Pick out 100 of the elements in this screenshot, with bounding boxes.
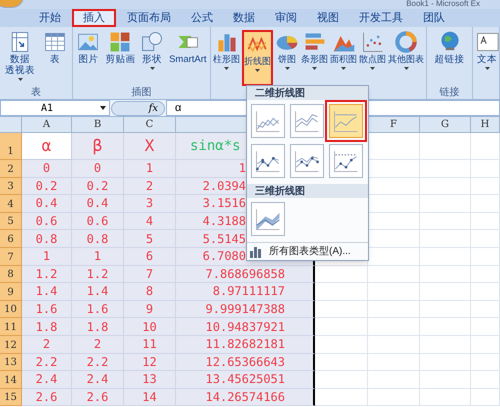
column-header[interactable]: C <box>124 117 176 132</box>
table-cell[interactable] <box>420 354 471 372</box>
ribbon-button[interactable]: 剪贴画 <box>104 30 136 86</box>
table-cell[interactable]: 0.2 <box>72 178 124 196</box>
table-cell[interactable] <box>315 336 368 354</box>
row-header[interactable]: 2 <box>0 160 22 178</box>
table-cell[interactable] <box>420 195 471 213</box>
table-cell[interactable]: 2 <box>22 336 72 354</box>
table-cell[interactable]: 14.26574166 <box>176 388 315 406</box>
chart-subtype-option[interactable] <box>251 104 285 138</box>
table-cell[interactable] <box>420 283 471 301</box>
table-cell[interactable] <box>368 300 420 318</box>
table-cell[interactable]: 2 <box>72 336 124 354</box>
table-cell[interactable]: 2.6 <box>22 388 72 406</box>
table-cell[interactable] <box>471 388 500 406</box>
table-cell[interactable] <box>471 354 500 372</box>
table-cell[interactable] <box>368 336 420 354</box>
table-cell[interactable]: 1.8 <box>72 318 124 336</box>
table-cell[interactable]: 6 <box>124 248 176 266</box>
table-cell[interactable] <box>315 388 368 406</box>
table-cell[interactable]: α <box>22 133 72 160</box>
row-header[interactable]: 14 <box>0 371 22 389</box>
ribbon-button[interactable]: 散点图 <box>359 30 386 86</box>
table-cell[interactable] <box>471 371 500 389</box>
ribbon-button[interactable]: 其他图表 <box>388 30 424 86</box>
table-cell[interactable]: 2 <box>124 178 176 196</box>
row-header[interactable]: 4 <box>0 195 22 213</box>
table-cell[interactable]: 2.2 <box>72 354 124 372</box>
table-cell[interactable]: 1 <box>22 248 72 266</box>
table-cell[interactable] <box>420 300 471 318</box>
table-cell[interactable] <box>368 212 420 230</box>
table-cell[interactable] <box>368 266 420 284</box>
table-cell[interactable] <box>471 133 500 160</box>
ribbon-button[interactable]: 条形图 <box>301 30 328 86</box>
table-cell[interactable] <box>315 318 368 336</box>
column-header[interactable]: B <box>72 117 124 132</box>
ribbon-button[interactable]: 图片 <box>75 30 102 86</box>
table-cell[interactable]: 1.6 <box>72 300 124 318</box>
ribbon-tab[interactable]: 团队 <box>414 9 454 27</box>
table-cell[interactable]: 10.94837921 <box>176 318 315 336</box>
table-cell[interactable] <box>420 266 471 284</box>
table-cell[interactable] <box>368 283 420 301</box>
table-cell[interactable]: 1.4 <box>72 283 124 301</box>
table-cell[interactable]: 8.97111117 <box>176 283 315 301</box>
row-header[interactable]: 12 <box>0 336 22 354</box>
table-cell[interactable] <box>471 230 500 248</box>
table-cell[interactable]: 2.6 <box>72 388 124 406</box>
table-cell[interactable]: 0.2 <box>22 178 72 196</box>
name-box[interactable]: A1 <box>0 100 110 116</box>
table-cell[interactable] <box>368 133 420 160</box>
table-cell[interactable]: 5 <box>124 230 176 248</box>
table-cell[interactable] <box>420 388 471 406</box>
table-cell[interactable] <box>420 230 471 248</box>
table-cell[interactable] <box>471 178 500 196</box>
table-cell[interactable] <box>368 388 420 406</box>
all-chart-types-item[interactable]: 所有图表类型(A)... <box>247 242 368 260</box>
table-cell[interactable] <box>368 230 420 248</box>
table-cell[interactable] <box>471 300 500 318</box>
table-cell[interactable] <box>471 318 500 336</box>
table-cell[interactable]: 2.4 <box>22 371 72 389</box>
table-cell[interactable] <box>315 300 368 318</box>
table-cell[interactable]: 1.2 <box>22 266 72 284</box>
table-cell[interactable]: 8 <box>124 283 176 301</box>
table-cell[interactable] <box>315 266 368 284</box>
row-header[interactable]: 3 <box>0 178 22 196</box>
table-cell[interactable] <box>368 354 420 372</box>
table-cell[interactable]: 13.45625051 <box>176 371 315 389</box>
table-cell[interactable] <box>368 160 420 178</box>
table-cell[interactable]: 0.4 <box>72 195 124 213</box>
table-cell[interactable]: 1.2 <box>72 266 124 284</box>
table-cell[interactable] <box>420 133 471 160</box>
table-cell[interactable] <box>368 318 420 336</box>
table-cell[interactable]: 1.4 <box>22 283 72 301</box>
table-cell[interactable]: 11 <box>124 336 176 354</box>
function-button[interactable]: fx <box>111 100 165 116</box>
table-cell[interactable] <box>368 371 420 389</box>
table-cell[interactable]: 0 <box>72 160 124 178</box>
table-cell[interactable]: 12 <box>124 354 176 372</box>
row-header[interactable]: 9 <box>0 283 22 301</box>
table-cell[interactable] <box>315 354 368 372</box>
column-header[interactable]: A <box>22 117 72 132</box>
table-cell[interactable]: 1 <box>72 248 124 266</box>
ribbon-tab[interactable]: 开始 <box>30 9 70 27</box>
row-header[interactable]: 5 <box>0 212 22 230</box>
ribbon-button[interactable]: 数据 透视表 <box>4 30 36 86</box>
table-cell[interactable]: 0.6 <box>22 212 72 230</box>
table-cell[interactable] <box>471 283 500 301</box>
row-header[interactable]: 15 <box>0 388 22 406</box>
table-cell[interactable] <box>420 336 471 354</box>
table-cell[interactable] <box>420 178 471 196</box>
table-cell[interactable]: β <box>72 133 124 160</box>
chart-subtype-option[interactable] <box>290 104 324 138</box>
table-cell[interactable] <box>420 318 471 336</box>
column-header[interactable]: H <box>471 117 500 132</box>
ribbon-tab[interactable]: 开发工具 <box>350 9 412 27</box>
row-header[interactable]: 10 <box>0 300 22 318</box>
table-cell[interactable] <box>420 212 471 230</box>
chart-subtype-option[interactable] <box>251 144 285 178</box>
chart-subtype-option[interactable] <box>251 202 285 236</box>
ribbon-button[interactable]: 文本 <box>474 30 500 86</box>
